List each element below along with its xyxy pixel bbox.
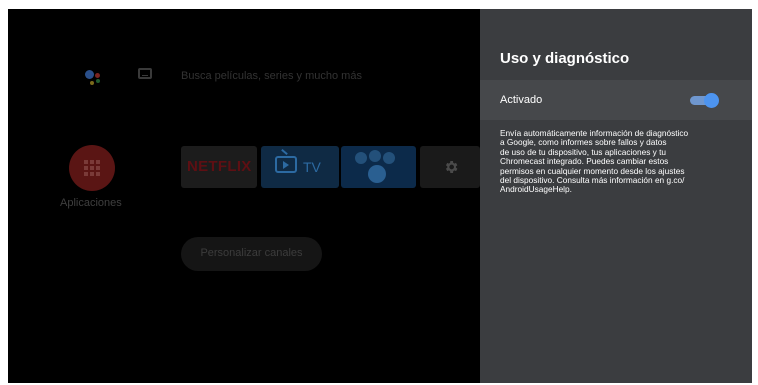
usage-diagnostics-panel: Uso y diagnóstico Activado Envía automát… — [480, 9, 752, 383]
home-screen-dimmed: Busca películas, series y mucho más Apli… — [8, 9, 480, 383]
panel-description: Envía automáticamente información de dia… — [500, 128, 740, 195]
customize-channels-button[interactable]: Personalizar canales — [181, 237, 322, 271]
panel-title: Uso y diagnóstico — [500, 50, 630, 67]
apps-button[interactable] — [69, 145, 115, 191]
tv-app-tile[interactable]: TV — [261, 146, 339, 188]
netflix-logo: NETFLIX — [187, 158, 252, 175]
usage-diagnostics-toggle-row[interactable]: Activado — [480, 80, 752, 120]
apps-label: Aplicaciones — [60, 197, 122, 209]
apps-grid-icon — [84, 160, 100, 176]
search-input[interactable]: Busca películas, series y mucho más — [181, 70, 362, 82]
tv-icon — [275, 156, 297, 173]
description-line: AndroidUsageHelp. — [500, 184, 572, 195]
settings-gear-icon — [445, 161, 458, 173]
tv-screen: Busca películas, series y mucho más Apli… — [8, 9, 752, 383]
photos-app-tile[interactable] — [341, 146, 416, 188]
netflix-app-tile[interactable]: NETFLIX — [181, 146, 257, 188]
tv-app-label: TV — [303, 159, 321, 175]
toggle-label: Activado — [500, 94, 543, 106]
usage-diagnostics-toggle[interactable] — [688, 92, 719, 108]
google-assistant-icon[interactable] — [81, 65, 105, 89]
photos-icon — [355, 152, 367, 164]
customize-channels-label: Personalizar canales — [200, 247, 303, 259]
keyboard-icon[interactable] — [138, 68, 152, 79]
settings-tile[interactable] — [420, 146, 480, 188]
